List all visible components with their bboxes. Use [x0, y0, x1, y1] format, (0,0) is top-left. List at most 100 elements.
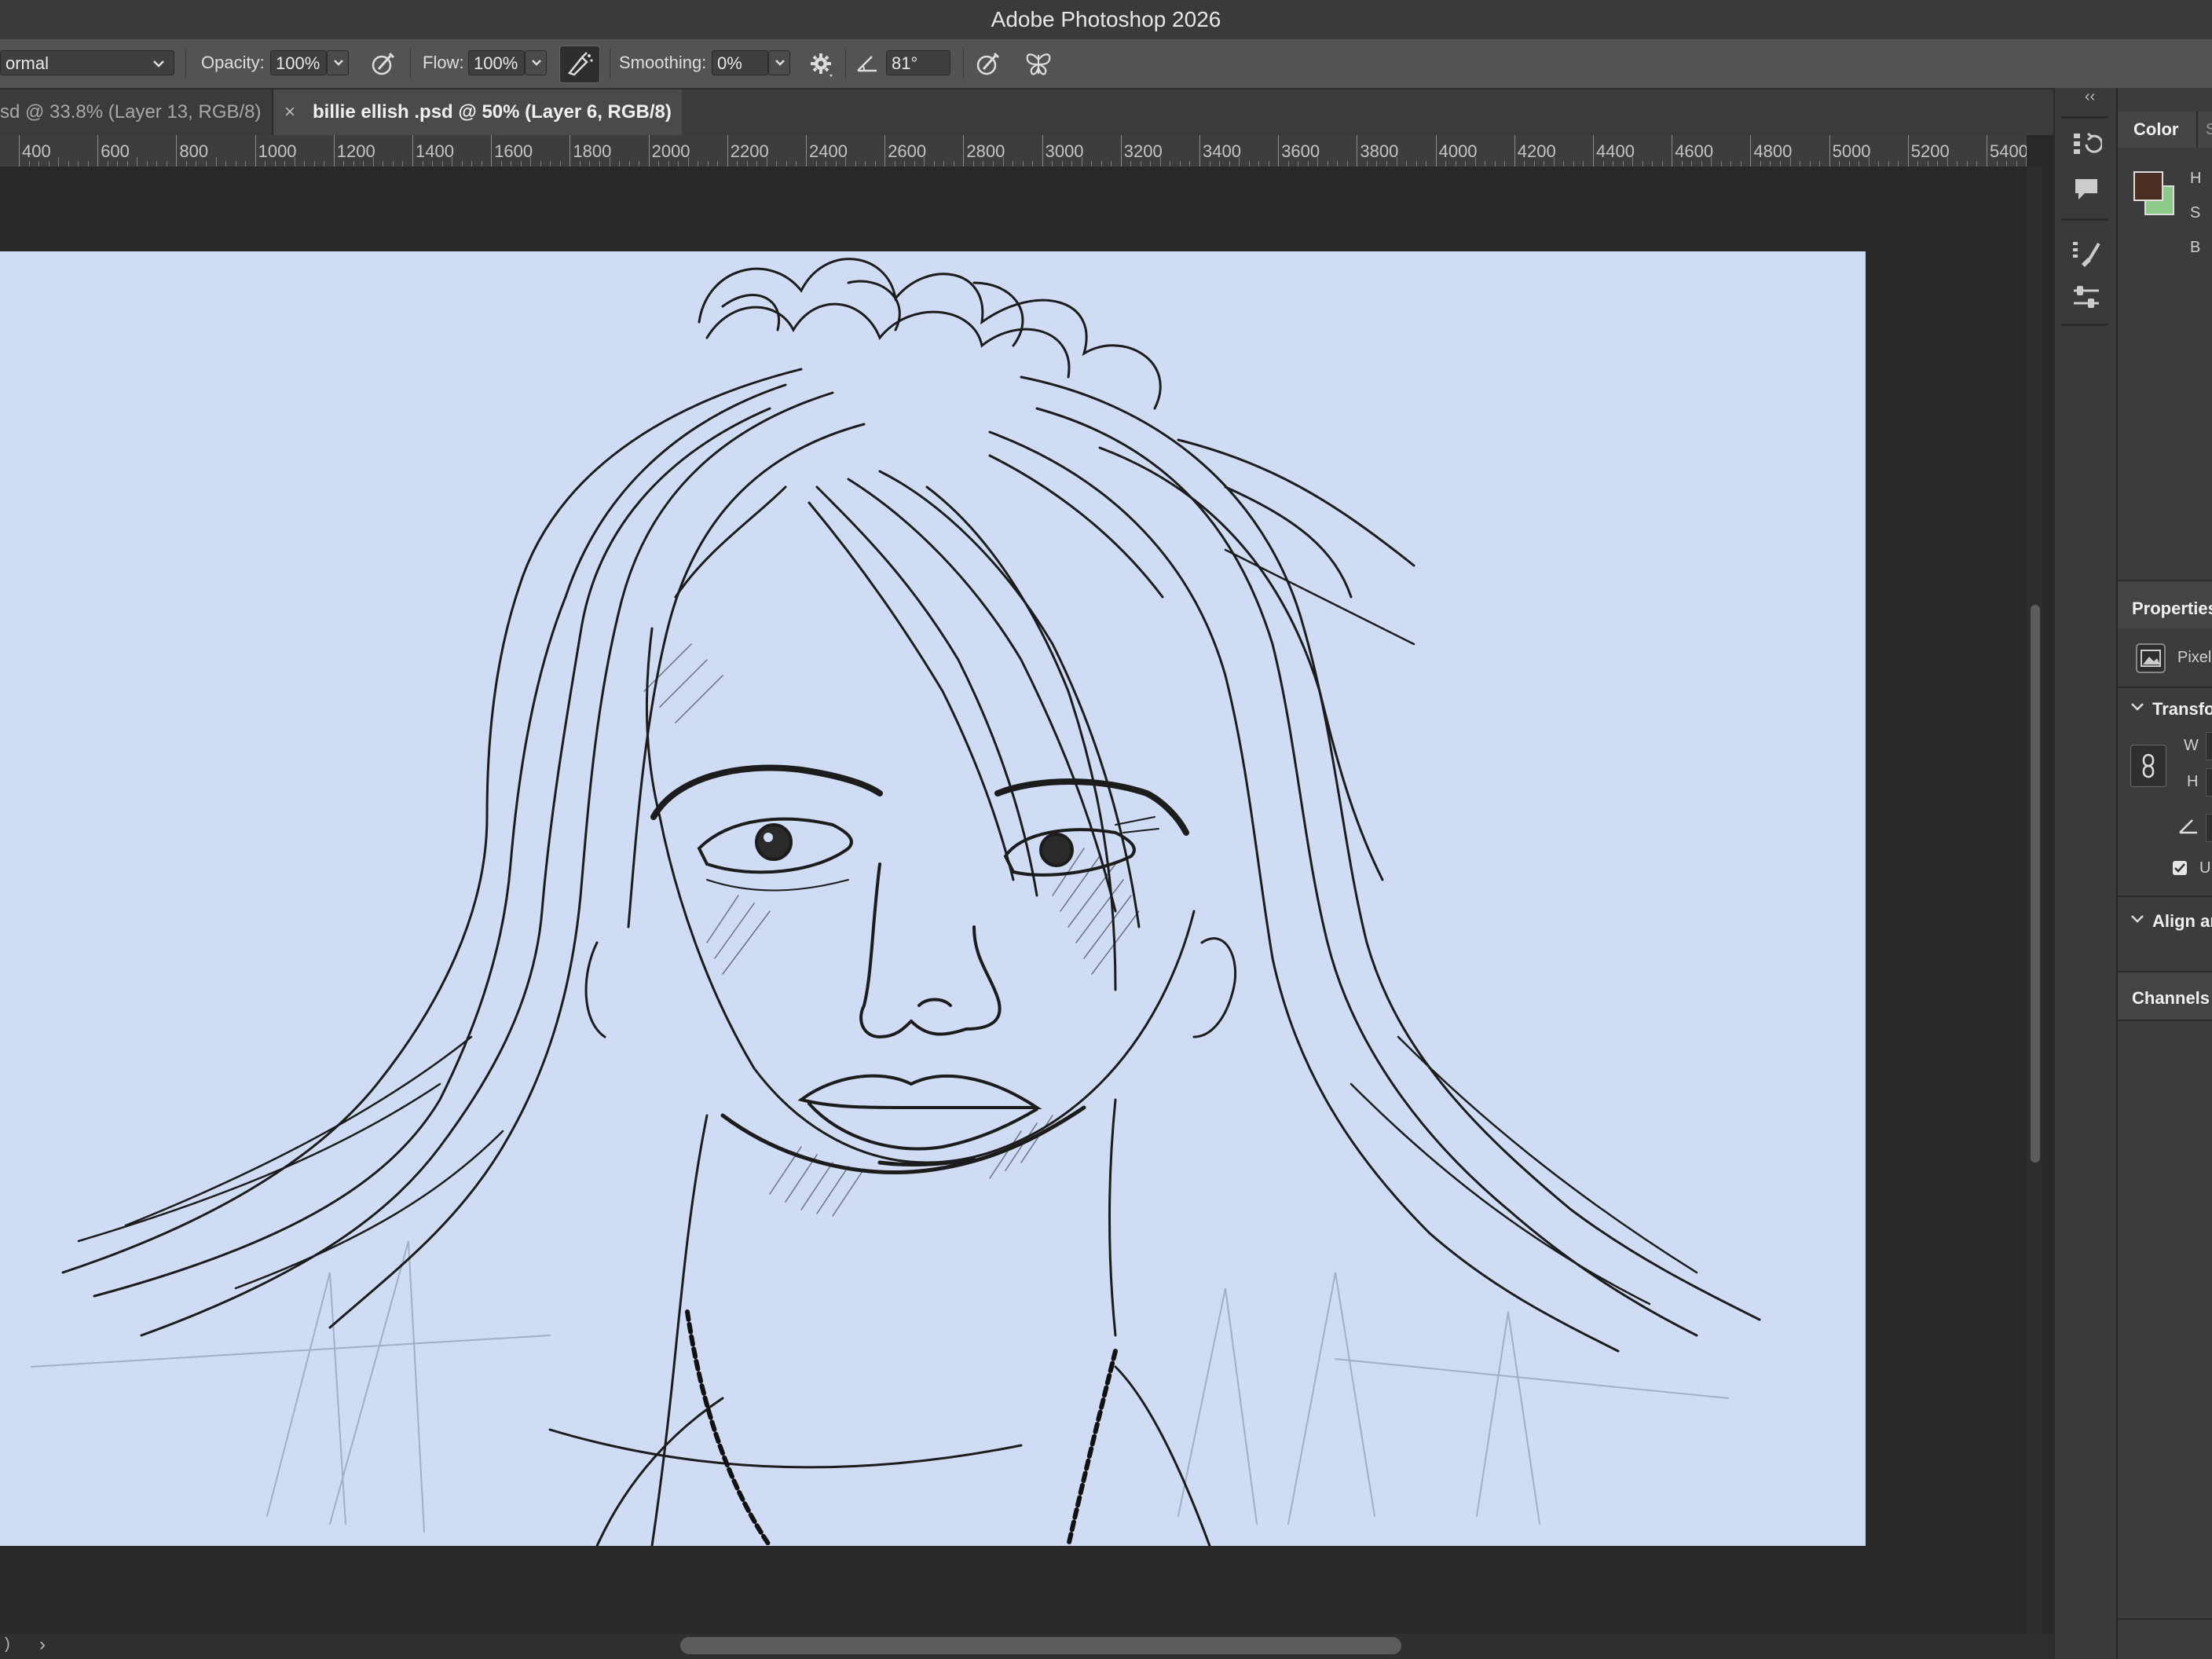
- comments-icon[interactable]: [2071, 173, 2102, 204]
- ruler-minor-tick: [265, 161, 266, 167]
- saturation-label: S: [2190, 204, 2201, 222]
- ruler-minor-tick: [363, 161, 364, 167]
- ruler-minor-tick: [392, 161, 394, 167]
- ruler-minor-tick: [1346, 161, 1348, 167]
- ruler-tick-label: 600: [101, 141, 130, 161]
- vertical-scroll-thumb[interactable]: [2031, 605, 2040, 1163]
- ruler-minor-tick: [717, 161, 719, 167]
- brush-settings-icon[interactable]: [2071, 237, 2102, 269]
- tab-color[interactable]: Color: [2133, 119, 2178, 140]
- smoothing-dropdown[interactable]: [768, 50, 790, 75]
- link-icon: [2142, 753, 2155, 778]
- ruler-minor-tick: [972, 161, 974, 167]
- ruler-minor-tick: [746, 161, 748, 167]
- link-dimensions-button[interactable]: [2130, 745, 2166, 787]
- ruler-tick: [19, 135, 20, 167]
- ruler-minor-tick: [943, 161, 945, 167]
- ruler-minor-tick: [353, 161, 354, 167]
- width-input[interactable]: [2206, 732, 2212, 760]
- ruler-tick-label: 800: [179, 141, 209, 161]
- ruler-minor-tick: [1809, 161, 1811, 167]
- tab-document-layer13[interactable]: sd @ 33.8% (Layer 13, RGB/8): [0, 90, 272, 135]
- transform-section-title[interactable]: Transfo: [2152, 699, 2212, 720]
- ruler-minor-tick: [471, 161, 473, 167]
- ruler-minor-tick: [1386, 161, 1387, 167]
- airbrush-toggle[interactable]: [559, 46, 600, 83]
- ruler-tick: [1042, 135, 1043, 167]
- ruler-minor-tick: [1494, 161, 1496, 167]
- gear-icon[interactable]: [806, 49, 837, 79]
- ruler-tick: [255, 135, 256, 167]
- ruler-minor-tick: [78, 161, 79, 167]
- ruler-minor-tick: [1652, 161, 1654, 167]
- ruler-minor-tick: [432, 161, 434, 167]
- ruler-tick-label: 5200: [1910, 141, 1950, 161]
- opacity-dropdown[interactable]: [327, 50, 349, 75]
- ruler-minor-tick: [737, 161, 738, 167]
- opacity-input[interactable]: 100%: [270, 50, 327, 75]
- flow-input[interactable]: 100%: [468, 50, 525, 75]
- ruler-minor-tick: [1179, 161, 1181, 167]
- horizontal-scroll-thumb[interactable]: [680, 1637, 1401, 1654]
- angle-icon: [2179, 819, 2197, 834]
- ruler-tick: [1829, 135, 1830, 167]
- checkbox-label: U: [2199, 859, 2211, 877]
- blend-mode-select[interactable]: ormal: [0, 50, 174, 75]
- ruler-minor-tick: [1996, 161, 1998, 167]
- ruler-minor-tick: [1720, 161, 1722, 167]
- ruler-tick: [1278, 135, 1280, 167]
- ruler-tick-label: 3200: [1123, 141, 1163, 161]
- tab-document-billie-ellish[interactable]: × billie ellish .psd @ 50% (Layer 6, RGB…: [273, 90, 682, 135]
- ruler-minor-tick: [1898, 161, 1899, 167]
- adjustments-sliders-icon[interactable]: [2071, 281, 2102, 313]
- status-arrow-icon[interactable]: ›: [39, 1634, 46, 1656]
- ruler-minor-tick: [87, 161, 89, 167]
- checkbox[interactable]: [2173, 861, 2187, 875]
- ruler-minor-tick: [658, 161, 660, 167]
- smoothing-input[interactable]: 0%: [712, 50, 768, 75]
- app-title: Adobe Photoshop 2026: [991, 7, 1221, 31]
- flow-dropdown[interactable]: [525, 50, 547, 75]
- ruler-tick: [1199, 135, 1200, 167]
- ruler-minor-tick: [500, 161, 502, 167]
- channels-title[interactable]: Channels: [2132, 988, 2210, 1009]
- pressure-size-icon[interactable]: [972, 49, 1004, 79]
- ruler-tick: [333, 135, 335, 167]
- ruler-minor-tick: [2006, 161, 2008, 167]
- ruler-minor-tick: [914, 161, 915, 167]
- ruler-minor-tick: [1563, 161, 1565, 167]
- ruler-minor-tick: [2016, 161, 2017, 167]
- tab-swatches[interactable]: S: [2206, 121, 2212, 139]
- ruler-minor-tick: [284, 161, 286, 167]
- ruler-minor-tick: [559, 161, 561, 167]
- ruler-minor-tick: [205, 161, 207, 167]
- ruler-minor-tick: [865, 161, 866, 167]
- pressure-opacity-icon[interactable]: [368, 49, 399, 79]
- ruler-minor-tick: [1770, 161, 1771, 167]
- airbrush-icon: [567, 52, 593, 76]
- angle-input[interactable]: [2206, 814, 2212, 842]
- properties-title[interactable]: Properties: [2132, 599, 2212, 619]
- document-canvas[interactable]: [0, 251, 1866, 1546]
- ruler-minor-tick: [668, 161, 669, 167]
- ruler-minor-tick: [786, 161, 787, 167]
- close-icon[interactable]: ×: [284, 90, 295, 135]
- ruler-minor-tick: [1976, 161, 1978, 167]
- symmetry-butterfly-icon[interactable]: [1023, 49, 1054, 79]
- ruler-tick-label: 2000: [651, 141, 690, 161]
- ruler-minor-tick: [402, 161, 404, 167]
- ruler-tick-label: 3800: [1360, 141, 1399, 161]
- ruler-minor-tick: [1052, 161, 1053, 167]
- ruler-minor-tick: [1465, 161, 1467, 167]
- foreground-color-swatch[interactable]: [2133, 171, 2163, 201]
- align-section-title[interactable]: Align ar: [2152, 911, 2212, 932]
- ruler-minor-tick: [1661, 161, 1663, 167]
- history-icon[interactable]: [2071, 129, 2102, 160]
- ruler-minor-tick: [304, 161, 306, 167]
- chevron-down-icon[interactable]: [2130, 914, 2144, 924]
- ruler-tick: [727, 135, 728, 167]
- collapse-panels-icon[interactable]: ‹‹: [2085, 88, 2095, 106]
- chevron-down-icon[interactable]: [2130, 702, 2144, 712]
- height-input[interactable]: [2206, 768, 2212, 797]
- angle-input[interactable]: 81°: [886, 50, 950, 75]
